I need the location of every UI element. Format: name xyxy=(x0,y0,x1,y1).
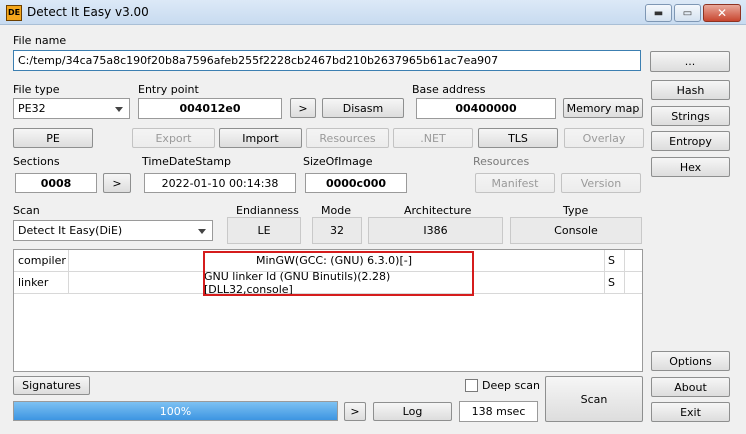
scan-engine-value: Detect It Easy(DiE) xyxy=(18,224,123,237)
column-divider xyxy=(624,250,625,294)
close-icon: ✕ xyxy=(716,6,728,20)
entry-point-arrow-button[interactable]: > xyxy=(290,98,316,118)
resources-group-label: Resources xyxy=(473,155,530,168)
entry-point-field[interactable]: 004012e0 xyxy=(138,98,282,119)
log-arrow-button[interactable]: > xyxy=(344,402,366,421)
endianness-value: LE xyxy=(227,217,301,244)
main-window: DE Detect It Easy v3.00 ▬ ▭ ✕ File name … xyxy=(0,0,746,434)
result-type: compiler xyxy=(18,254,66,267)
title-bar[interactable]: DE Detect It Easy v3.00 ▬ ▭ ✕ xyxy=(0,0,746,25)
deep-scan-checkbox[interactable] xyxy=(465,379,478,392)
deep-scan-label[interactable]: Deep scan xyxy=(482,379,540,392)
file-type-select[interactable]: PE32 xyxy=(13,98,130,119)
manifest-button[interactable]: Manifest xyxy=(475,173,555,193)
file-type-value: PE32 xyxy=(18,102,46,115)
import-button[interactable]: Import xyxy=(219,128,302,148)
column-divider xyxy=(68,250,69,294)
size-of-image-label: SizeOfImage xyxy=(303,155,373,168)
entropy-button[interactable]: Entropy xyxy=(651,131,730,151)
scan-label: Scan xyxy=(13,204,40,217)
endianness-label: Endianness xyxy=(236,204,299,217)
mode-value: 32 xyxy=(312,217,362,244)
pe-button[interactable]: PE xyxy=(13,128,93,148)
signatures-button[interactable]: Signatures xyxy=(13,376,90,395)
tls-button[interactable]: TLS xyxy=(478,128,558,148)
elapsed-time-field: 138 msec xyxy=(459,401,538,422)
result-flag[interactable]: S xyxy=(608,272,624,293)
timestamp-field[interactable]: 2022-01-10 00:14:38 xyxy=(144,173,296,193)
size-of-image-field[interactable]: 0000c000 xyxy=(305,173,407,193)
net-button[interactable]: .NET xyxy=(393,128,473,148)
column-divider xyxy=(604,250,605,294)
entry-point-label: Entry point xyxy=(138,83,199,96)
maximize-button[interactable]: ▭ xyxy=(674,4,701,22)
overlay-button[interactable]: Overlay xyxy=(564,128,644,148)
chevron-down-icon xyxy=(198,228,206,234)
browse-button[interactable]: ... xyxy=(650,51,730,72)
sections-label: Sections xyxy=(13,155,60,168)
result-name: MinGW(GCC: (GNU) 6.3.0)[-] xyxy=(255,254,412,267)
scan-engine-select[interactable]: Detect It Easy(DiE) xyxy=(13,220,213,241)
disasm-button[interactable]: Disasm xyxy=(322,98,404,118)
scan-progress-bar: 100% xyxy=(13,401,338,421)
architecture-label: Architecture xyxy=(404,204,472,217)
hash-button[interactable]: Hash xyxy=(651,80,730,100)
mode-label: Mode xyxy=(321,204,351,217)
file-name-input[interactable]: C:/temp/34ca75a8c190f20b8a7596afeb255f22… xyxy=(13,50,641,71)
close-button[interactable]: ✕ xyxy=(703,4,741,22)
scan-button[interactable]: Scan xyxy=(545,376,643,422)
resources-button[interactable]: Resources xyxy=(306,128,389,148)
result-flag[interactable]: S xyxy=(608,250,624,271)
type-label: Type xyxy=(563,204,589,217)
version-button[interactable]: Version xyxy=(561,173,641,193)
hex-button[interactable]: Hex xyxy=(651,157,730,177)
memory-map-button[interactable]: Memory map xyxy=(563,98,643,118)
file-type-label: File type xyxy=(13,83,60,96)
progress-text: 100% xyxy=(159,404,192,418)
sections-arrow-button[interactable]: > xyxy=(103,173,131,193)
window-title: Detect It Easy v3.00 xyxy=(27,5,149,19)
minimize-button[interactable]: ▬ xyxy=(645,4,672,22)
architecture-value: I386 xyxy=(368,217,503,244)
base-address-field[interactable]: 00400000 xyxy=(416,98,556,119)
result-type: linker xyxy=(18,276,49,289)
chevron-down-icon xyxy=(115,106,123,112)
strings-button[interactable]: Strings xyxy=(651,106,730,126)
sections-field[interactable]: 0008 xyxy=(15,173,97,193)
base-address-label: Base address xyxy=(412,83,486,96)
file-name-label: File name xyxy=(13,34,67,47)
result-name: GNU linker ld (GNU Binutils)(2.28)[DLL32… xyxy=(204,269,391,296)
maximize-icon: ▭ xyxy=(682,7,693,19)
options-button[interactable]: Options xyxy=(651,351,730,371)
result-row[interactable]: linker GNU linker ld (GNU Binutils)(2.28… xyxy=(14,269,642,296)
exit-button[interactable]: Exit xyxy=(651,402,730,422)
type-value: Console xyxy=(510,217,642,244)
timestamp-label: TimeDateStamp xyxy=(142,155,231,168)
minimize-icon: ▬ xyxy=(653,7,664,19)
about-button[interactable]: About xyxy=(651,377,730,397)
log-button[interactable]: Log xyxy=(373,402,452,421)
results-panel: compiler MinGW(GCC: (GNU) 6.3.0)[-] S li… xyxy=(13,249,643,372)
app-logo-icon: DE xyxy=(6,5,22,21)
export-button[interactable]: Export xyxy=(132,128,215,148)
